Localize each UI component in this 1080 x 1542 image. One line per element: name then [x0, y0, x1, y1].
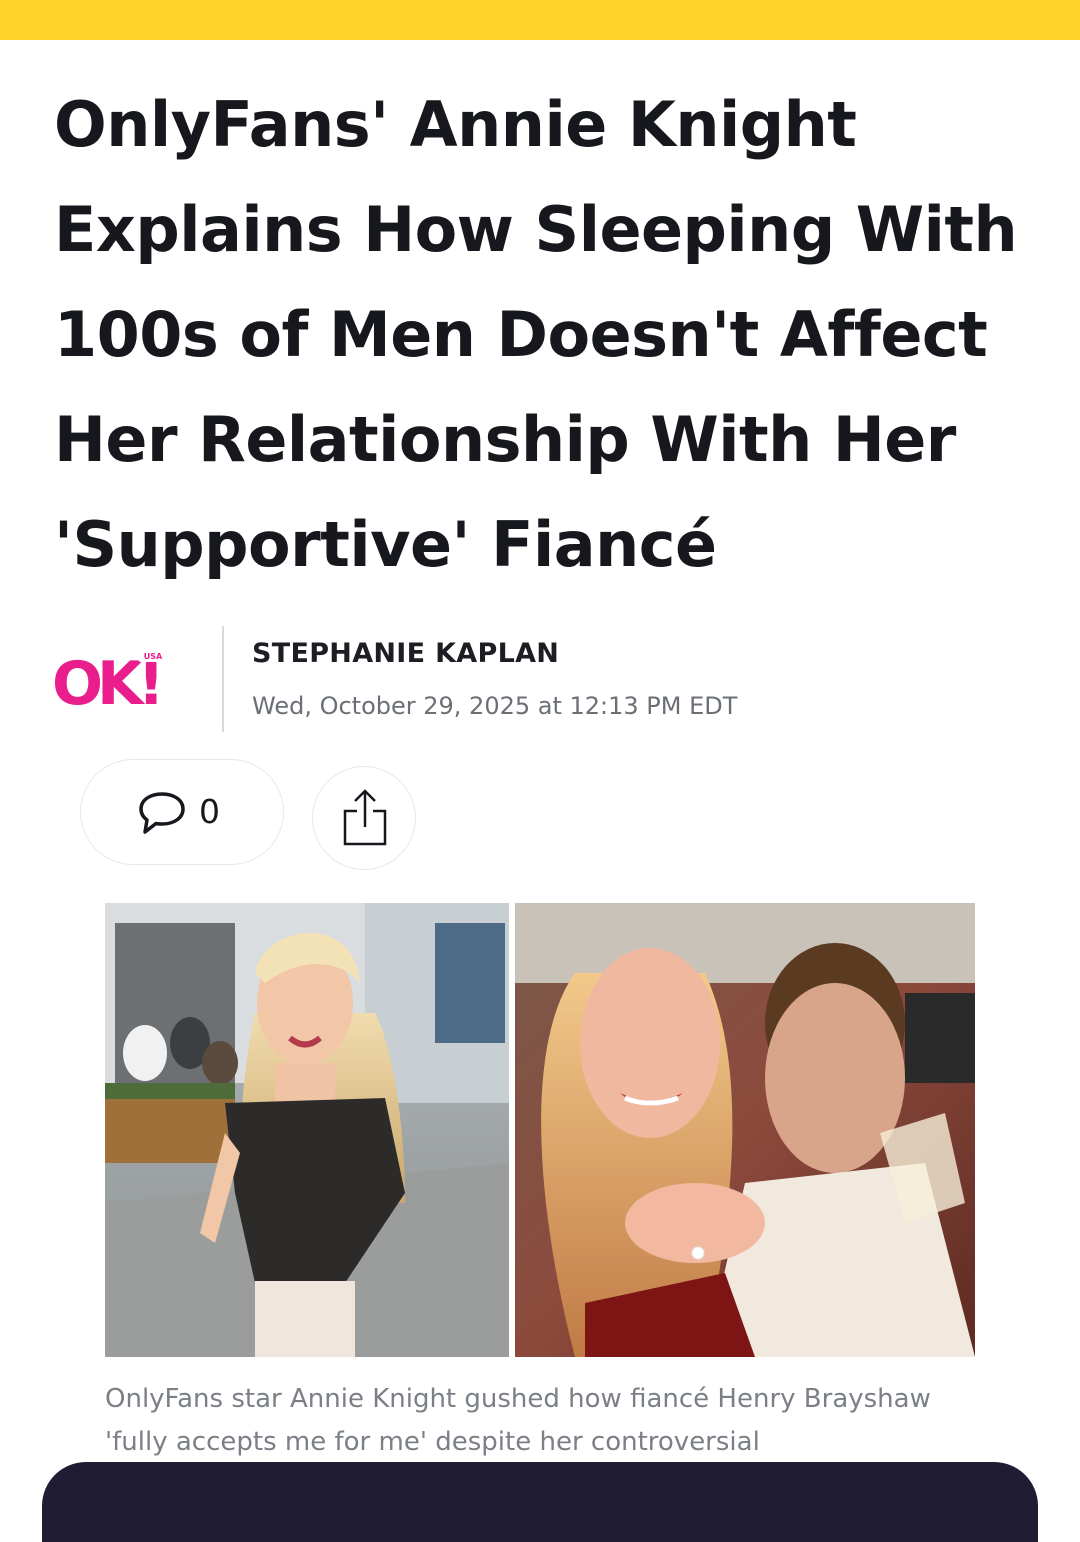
share-icon — [343, 789, 387, 846]
image-caption: OnlyFans star Annie Knight gushed how fi… — [105, 1384, 931, 1457]
publish-date: Wed, October 29, 2025 at 12:13 PM EDT — [252, 692, 738, 720]
share-button[interactable] — [312, 766, 416, 870]
right-photo — [515, 903, 975, 1357]
logo-sub: USA — [144, 652, 163, 661]
ok-magazine-logo[interactable]: OK! USA — [52, 648, 174, 712]
speech-bubble-icon — [139, 792, 185, 834]
byline-divider — [222, 626, 224, 732]
article-hero-image[interactable] — [105, 903, 975, 1357]
bottom-sticky-bar[interactable] — [42, 1462, 1038, 1542]
comments-button[interactable]: 0 — [80, 759, 284, 865]
byline: OK! USA STEPHANIE KAPLAN Wed, October 29… — [52, 626, 952, 732]
left-photo — [105, 903, 509, 1357]
article-headline: OnlyFans' Annie Knight Explains How Slee… — [54, 88, 1018, 581]
author-name[interactable]: STEPHANIE KAPLAN — [252, 638, 559, 669]
top-accent-bar — [0, 0, 1080, 40]
comment-count: 0 — [199, 792, 220, 831]
